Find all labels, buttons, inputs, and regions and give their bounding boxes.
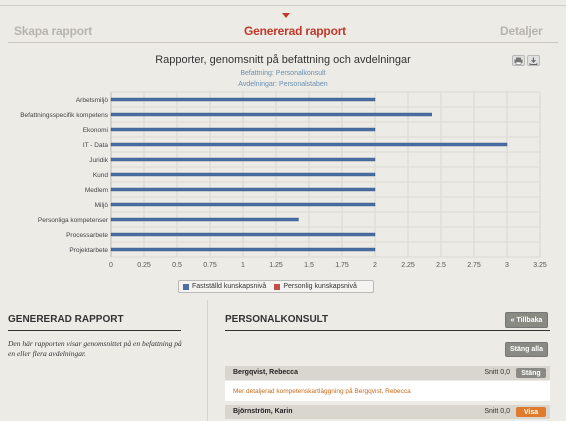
- bar-established: [110, 202, 376, 207]
- person-average: Snitt 0,0: [484, 369, 510, 376]
- bar-established: [110, 217, 299, 222]
- category-label: Arbetsmiljö: [76, 97, 109, 104]
- person-row: Bergqvist, Rebecca Snitt 0,0 Stäng: [225, 366, 550, 380]
- legend-swatch-established: [183, 283, 189, 290]
- panel-divider: [207, 300, 208, 421]
- category-label: Projektarbete: [69, 247, 108, 254]
- download-button[interactable]: [527, 55, 540, 66]
- person-average: Snitt 0,0: [484, 408, 510, 415]
- detailed-mapping-link[interactable]: Mer detaljerad kompetenskartläggning på …: [233, 388, 411, 395]
- bar-established: [110, 97, 376, 102]
- person-detail: Mer detaljerad kompetenskartläggning på …: [225, 381, 550, 401]
- generated-report-heading: GENERERAD RAPPORT: [8, 314, 124, 325]
- x-tick-label: 3.25: [533, 262, 547, 269]
- x-tick-label: 1.5: [304, 262, 314, 269]
- bar-established: [110, 187, 376, 192]
- back-button[interactable]: « Tillbaka: [505, 312, 548, 328]
- category-label: Kund: [93, 172, 109, 179]
- close-person-button[interactable]: Stäng: [516, 368, 546, 378]
- download-icon: [529, 57, 538, 65]
- x-tick-label: 2.75: [467, 262, 481, 269]
- position-heading: PERSONALKONSULT: [225, 314, 329, 325]
- bar-established: [110, 112, 432, 117]
- legend-item-established[interactable]: Fastställd kunskapsnivå: [183, 283, 266, 290]
- chart-title: Rapporter, genomsnitt på befattning och …: [155, 54, 411, 66]
- legend-label-personal: Personlig kunskapsnivå: [283, 283, 357, 290]
- person-name: Björnström, Karin: [233, 408, 293, 415]
- x-tick-label: 0: [109, 262, 113, 269]
- category-label: Miljö: [95, 202, 109, 209]
- wizard-step-generated[interactable]: Genererad rapport: [244, 24, 346, 38]
- top-border: [0, 5, 566, 6]
- print-button[interactable]: [512, 55, 525, 66]
- chart-subtitle-position: Befattning: Personalkonsult: [240, 70, 326, 77]
- category-label: Juridik: [89, 157, 109, 164]
- print-icon: [514, 57, 523, 65]
- x-tick-label: 0.25: [137, 262, 151, 269]
- close-all-button[interactable]: Stäng alla: [505, 342, 548, 357]
- x-tick-label: 1: [241, 262, 245, 269]
- x-tick-label: 0.75: [203, 262, 217, 269]
- x-tick-label: 2.5: [436, 262, 446, 269]
- bar-established: [110, 142, 508, 147]
- bar-chart: 0 0.25 0.5 0.75 1 1.25 1.5 1.75 2 2.25 2.5 2.75 3 3.2…: [20, 91, 547, 269]
- left-divider: [8, 330, 181, 331]
- category-label: Processarbete: [66, 232, 108, 239]
- x-tick-label: 2: [373, 262, 377, 269]
- x-tick-label: 3: [505, 262, 509, 269]
- show-person-button[interactable]: Visa: [516, 407, 546, 417]
- bar-established: [110, 127, 376, 132]
- legend-swatch-personal: [274, 283, 281, 290]
- category-label: Medlem: [85, 187, 108, 194]
- bar-established: [110, 232, 376, 237]
- category-label: Personliga kompetenser: [38, 217, 109, 224]
- bar-established: [110, 247, 376, 252]
- legend-item-personal[interactable]: Personlig kunskapsnivå: [274, 283, 357, 290]
- right-divider: [225, 330, 550, 331]
- wizard-step-create[interactable]: Skapa rapport: [14, 24, 92, 38]
- x-tick-label: 1.75: [335, 262, 349, 269]
- active-step-arrow-icon: [282, 13, 290, 18]
- person-row: Björnström, Karin Snitt 0,0 Visa: [225, 405, 550, 419]
- category-label: Befattningsspecifik kompetens: [20, 112, 109, 119]
- bar-established: [110, 172, 376, 177]
- bar-established: [110, 157, 376, 162]
- x-tick-label: 2.25: [401, 262, 415, 269]
- legend-label-established: Fastställd kunskapsnivå: [192, 283, 267, 290]
- category-label: IT - Data: [83, 142, 109, 149]
- category-label: Ekonomi: [83, 127, 108, 134]
- x-tick-label: 1.25: [269, 262, 283, 269]
- chart-legend: Fastställd kunskapsnivå Personlig kunska…: [178, 280, 374, 293]
- wizard-divider: [8, 42, 558, 43]
- x-tick-label: 0.5: [172, 262, 182, 269]
- wizard-step-details[interactable]: Detaljer: [500, 24, 543, 38]
- person-name: Bergqvist, Rebecca: [233, 369, 298, 376]
- report-description: Den här rapporten visar genomsnittet på …: [8, 339, 182, 358]
